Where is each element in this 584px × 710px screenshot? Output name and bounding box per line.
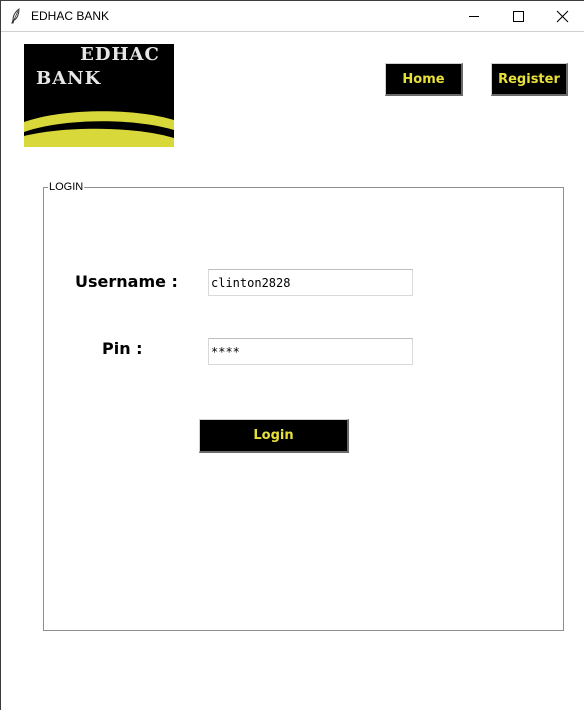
username-input[interactable] <box>208 269 413 296</box>
window-title: EDHAC BANK <box>31 9 110 23</box>
maximize-button[interactable] <box>496 1 540 31</box>
feather-icon <box>11 8 21 24</box>
username-label: Username : <box>75 272 178 291</box>
minimize-button[interactable] <box>452 1 496 31</box>
login-frame <box>43 187 564 631</box>
pin-label: Pin : <box>102 339 143 358</box>
login-frame-label: LOGIN <box>48 181 85 193</box>
register-button[interactable]: Register <box>491 63 568 96</box>
app-window: EDHAC BANK EDHAC BANK Home Register LOGI… <box>0 0 584 710</box>
bank-logo: EDHAC BANK <box>24 44 174 147</box>
pin-input[interactable] <box>208 338 413 365</box>
login-button[interactable]: Login <box>199 419 349 453</box>
minimize-icon <box>469 16 479 17</box>
logo-text-bank: BANK <box>36 68 102 89</box>
logo-text-edhac: EDHAC <box>80 44 160 65</box>
title-bar[interactable]: EDHAC BANK <box>1 1 584 32</box>
maximize-icon <box>513 11 524 22</box>
close-button[interactable] <box>540 1 584 31</box>
close-icon <box>556 10 569 23</box>
home-button[interactable]: Home <box>385 63 463 96</box>
